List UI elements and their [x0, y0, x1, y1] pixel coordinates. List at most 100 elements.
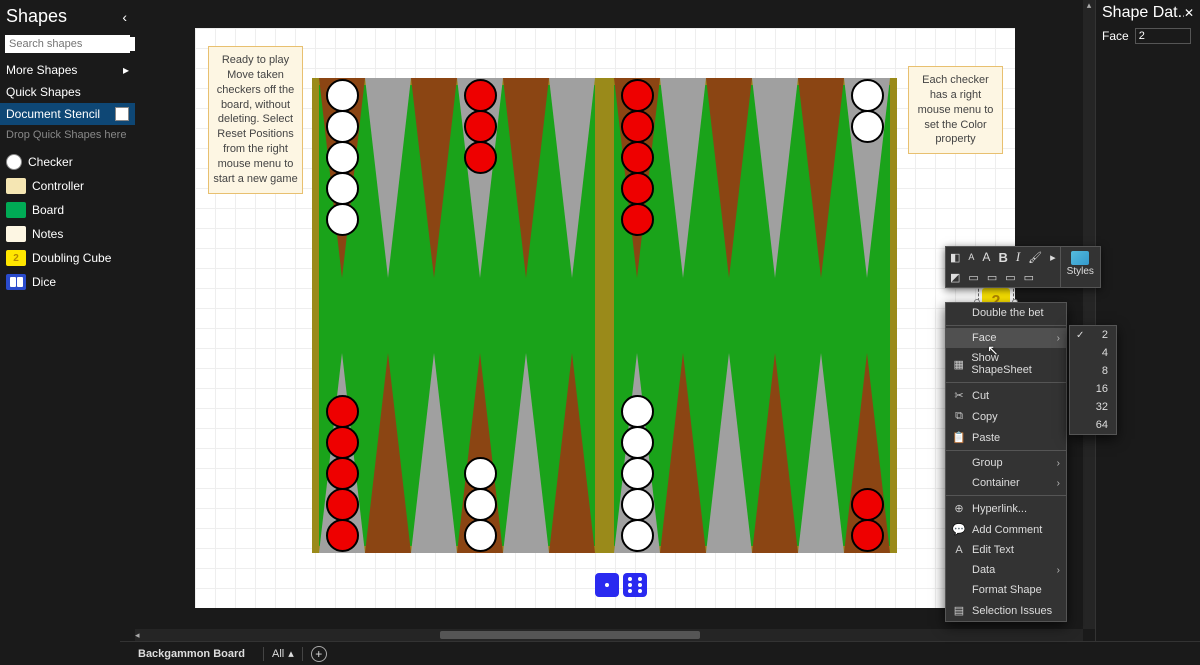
checker[interactable]: [851, 110, 884, 143]
pointer-tool-icon[interactable]: ▸: [1046, 251, 1060, 264]
fill-color-icon[interactable]: ◧: [946, 251, 964, 264]
all-pages-button[interactable]: All ▴: [272, 647, 294, 660]
checker-stack[interactable]: [319, 396, 365, 551]
styles-button[interactable]: Styles: [1060, 247, 1100, 287]
checker[interactable]: [326, 79, 359, 112]
checker[interactable]: [464, 488, 497, 521]
face-option[interactable]: 16: [1070, 380, 1116, 398]
collapse-shapes-icon[interactable]: ‹: [122, 9, 127, 25]
checker[interactable]: [326, 457, 359, 490]
align-icon[interactable]: ▭: [964, 271, 982, 284]
document-stencil-row[interactable]: Document Stencil: [0, 103, 135, 125]
checker[interactable]: [621, 141, 654, 174]
stencil-item[interactable]: Notes: [0, 222, 135, 246]
checker-stack[interactable]: [457, 458, 503, 551]
checker[interactable]: [621, 203, 654, 236]
mini-toolbar[interactable]: ◧ A A B I 🖌 ▸ ◩ ▭ ▭ ▭ ▭ Styles: [945, 246, 1101, 288]
line-color-icon[interactable]: ◩: [946, 271, 964, 284]
send-back-icon[interactable]: ▭: [1020, 271, 1038, 284]
checker[interactable]: [326, 203, 359, 236]
stencil-item[interactable]: Board: [0, 198, 135, 222]
context-menu-item[interactable]: Face›: [946, 328, 1066, 348]
horizontal-scrollbar[interactable]: ◂: [135, 629, 1083, 641]
context-menu-item[interactable]: ▤Selection Issues: [946, 600, 1066, 621]
checker[interactable]: [326, 395, 359, 428]
stencil-item[interactable]: Controller: [0, 174, 135, 198]
checker[interactable]: [464, 457, 497, 490]
checker[interactable]: [621, 395, 654, 428]
stencil-item[interactable]: 2Doubling Cube: [0, 246, 135, 270]
checker-stack[interactable]: [844, 489, 890, 551]
quick-shapes-row[interactable]: Quick Shapes: [0, 81, 135, 103]
checker[interactable]: [621, 79, 654, 112]
context-menu-item[interactable]: AEdit Text: [946, 540, 1066, 560]
checker[interactable]: [621, 488, 654, 521]
checker[interactable]: [326, 488, 359, 521]
prop-face-input[interactable]: [1135, 28, 1191, 44]
checker-stack[interactable]: [319, 80, 365, 235]
checker[interactable]: [326, 172, 359, 205]
die-2[interactable]: [623, 573, 647, 597]
face-option[interactable]: 32: [1070, 398, 1116, 416]
vertical-scrollbar[interactable]: ▴: [1083, 0, 1095, 629]
italic-button[interactable]: I: [1012, 249, 1024, 265]
bring-front-icon[interactable]: ▭: [1001, 271, 1019, 284]
context-menu-item[interactable]: Double the bet: [946, 303, 1066, 323]
checker[interactable]: [464, 110, 497, 143]
checker-stack[interactable]: [614, 396, 660, 551]
bold-button[interactable]: B: [994, 250, 1011, 265]
context-menu-item[interactable]: Container›: [946, 473, 1066, 493]
stencil-item[interactable]: Dice: [0, 270, 135, 294]
checker[interactable]: [621, 426, 654, 459]
checker[interactable]: [851, 79, 884, 112]
checker[interactable]: [621, 519, 654, 552]
drop-quick-shapes-area[interactable]: Drop Quick Shapes here: [0, 125, 135, 146]
note-instructions[interactable]: Ready to playMove taken checkers off the…: [208, 46, 303, 194]
backgammon-board[interactable]: [312, 78, 897, 553]
close-icon[interactable]: ✕: [1184, 6, 1194, 20]
context-menu-item[interactable]: 📋Paste: [946, 427, 1066, 448]
face-option[interactable]: 2: [1070, 326, 1116, 344]
dice-pair[interactable]: [595, 573, 647, 597]
die-1[interactable]: [595, 573, 619, 597]
context-menu-item[interactable]: ✂Cut: [946, 385, 1066, 406]
add-page-button[interactable]: +: [311, 646, 327, 662]
page-tab[interactable]: Backgammon Board: [128, 645, 255, 663]
checker[interactable]: [851, 519, 884, 552]
checker-stack[interactable]: [614, 80, 660, 235]
context-menu-item[interactable]: ⊕Hyperlink...: [946, 498, 1066, 519]
shapes-search[interactable]: ▾ 🔍: [5, 35, 130, 53]
checker[interactable]: [326, 426, 359, 459]
checker[interactable]: [464, 79, 497, 112]
context-menu-item[interactable]: Format Shape: [946, 580, 1066, 600]
face-submenu[interactable]: 248163264: [1069, 325, 1117, 435]
context-menu-item[interactable]: ▦Show ShapeSheet: [946, 348, 1066, 380]
context-menu-item[interactable]: 💬Add Comment: [946, 519, 1066, 540]
format-painter-icon[interactable]: 🖌: [1024, 251, 1046, 264]
checker[interactable]: [621, 172, 654, 205]
context-menu-item[interactable]: Group›: [946, 453, 1066, 473]
checker[interactable]: [326, 110, 359, 143]
drawing-canvas[interactable]: Ready to playMove taken checkers off the…: [135, 0, 1095, 665]
context-menu-item[interactable]: ⧉Copy: [946, 406, 1066, 427]
face-option[interactable]: 64: [1070, 416, 1116, 434]
arrange-icon[interactable]: ▭: [983, 271, 1001, 284]
note-checker-hint[interactable]: Each checker has a right mouse menu to s…: [908, 66, 1003, 154]
checker[interactable]: [464, 141, 497, 174]
search-input[interactable]: [5, 37, 155, 51]
context-menu-item[interactable]: Data›: [946, 560, 1066, 580]
context-menu[interactable]: Double the bet Face›▦Show ShapeSheet ✂Cut⧉…: [945, 302, 1067, 622]
checker[interactable]: [621, 110, 654, 143]
checker[interactable]: [621, 457, 654, 490]
more-shapes-row[interactable]: More Shapes ▸: [0, 59, 135, 81]
checker-stack[interactable]: [457, 80, 503, 173]
checker-stack[interactable]: [844, 80, 890, 142]
font-size-down[interactable]: A: [964, 252, 978, 262]
checker[interactable]: [851, 488, 884, 521]
checker[interactable]: [326, 519, 359, 552]
face-option[interactable]: 8: [1070, 362, 1116, 380]
drawing-page[interactable]: Ready to playMove taken checkers off the…: [195, 28, 1015, 608]
face-option[interactable]: 4: [1070, 344, 1116, 362]
checker[interactable]: [326, 141, 359, 174]
stencil-item[interactable]: Checker: [0, 150, 135, 174]
